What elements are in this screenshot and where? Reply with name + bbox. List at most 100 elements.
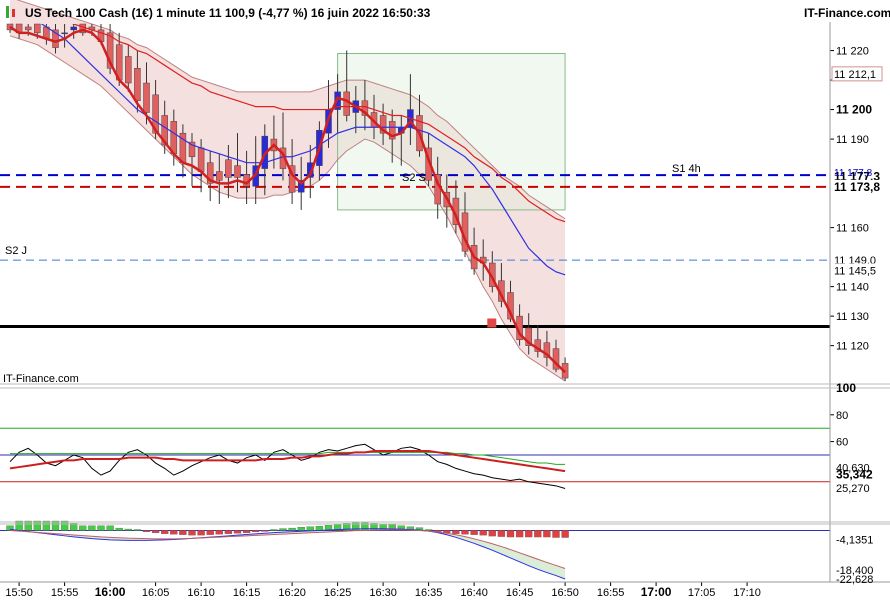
x-tick-label: 16:35	[415, 587, 443, 599]
macd-histogram-bar	[543, 530, 551, 538]
level-label-s2-j: S2 J	[5, 245, 27, 257]
y-tick-label: 11 160	[836, 223, 869, 235]
macd-histogram-bar	[506, 530, 515, 538]
x-tick-label: 17:05	[688, 587, 716, 599]
macd-histogram-bar	[188, 530, 196, 536]
macd-histogram-bar	[197, 530, 205, 536]
macd-histogram-bar	[452, 530, 460, 534]
macd-histogram-bar	[179, 530, 187, 535]
macd-histogram-bar	[97, 525, 105, 531]
level-label-s2-s: S2 S	[402, 172, 426, 184]
x-tick-label: 16:55	[597, 587, 625, 599]
price-tag-label: 11 173,8	[834, 180, 880, 194]
x-tick-label: 16:30	[369, 587, 397, 599]
macd-histogram-bar	[133, 529, 142, 531]
y-tick-label: 11 120	[836, 341, 869, 353]
macd-histogram-bar	[497, 530, 506, 537]
brand-label: IT-Finance.com	[804, 6, 890, 20]
macd-histogram-bar	[297, 526, 305, 531]
x-tick-label: 17:00	[641, 585, 672, 599]
macd-histogram-bar	[170, 530, 178, 535]
price-marker	[487, 318, 497, 328]
macd-histogram-bar	[379, 523, 387, 531]
macd-histogram-bar	[288, 527, 296, 531]
level-label-s1-4h: S1 4h	[672, 163, 701, 175]
x-tick-label: 16:00	[95, 585, 126, 599]
level-tag-label: 11 177,8	[834, 168, 873, 179]
candle-body	[234, 165, 241, 178]
x-tick-label: 16:05	[142, 587, 170, 599]
x-tick-label: 16:20	[278, 587, 306, 599]
x-tick-label: 15:55	[51, 587, 79, 599]
macd-value-tag: -22,628	[836, 574, 873, 586]
x-tick-label: 15:50	[5, 587, 33, 599]
price-tag-label: 11 212,1	[834, 69, 876, 81]
macd-histogram-bar	[151, 530, 160, 533]
macd-histogram-bar	[106, 525, 114, 531]
y-tick-label: 11 220	[836, 46, 869, 58]
y-tick-label: 11 130	[836, 311, 869, 323]
macd-histogram-bar	[161, 530, 169, 534]
candle-body	[125, 56, 132, 84]
x-tick-label: 16:45	[506, 587, 534, 599]
macd-histogram-bar	[206, 530, 214, 535]
macd-line-b	[9, 529, 566, 569]
macd-histogram-bar	[525, 530, 533, 538]
candle-body	[70, 26, 77, 31]
macd-histogram-bar	[534, 530, 542, 538]
candle-body	[197, 147, 205, 172]
macd-histogram-bar	[215, 530, 223, 535]
macd-histogram-bar	[261, 530, 269, 532]
candle-body	[143, 82, 150, 113]
candle-body	[24, 26, 32, 31]
candle-body	[225, 159, 232, 178]
stoch-tick-label: 100	[836, 381, 856, 395]
candle-body	[61, 32, 68, 35]
macd-histogram-bar	[242, 530, 251, 533]
macd-histogram-bar	[124, 528, 132, 531]
x-tick-label: 16:10	[187, 587, 215, 599]
x-tick-label: 17:10	[733, 587, 761, 599]
x-tick-label: 16:25	[324, 587, 352, 599]
header-candle-icon	[12, 9, 15, 17]
chart-canvas: 11 220 11 200 11 190 11 160 11 140 11 130 11 1…	[0, 0, 890, 599]
macd-histogram-bar	[315, 526, 324, 531]
macd-histogram-bar	[461, 530, 469, 535]
price-tag-label: 11 145,5	[834, 265, 876, 277]
macd-histogram-bar	[233, 530, 242, 534]
macd-histogram-bar	[79, 525, 87, 531]
x-tick-label: 16:15	[233, 587, 261, 599]
macd-histogram-bar	[470, 530, 478, 535]
stoch-tick-label: 80	[836, 410, 848, 422]
x-tick-label: 16:40	[460, 587, 488, 599]
y-tick-label: 11 140	[836, 282, 869, 294]
macd-value-tag: -4,1351	[836, 534, 873, 546]
macd-histogram-bar	[88, 525, 96, 531]
candle-body	[216, 171, 223, 181]
macd-histogram-bar	[224, 530, 233, 534]
header-candle-icon	[6, 6, 9, 18]
macd-histogram-bar	[252, 530, 260, 533]
candle-body	[170, 121, 178, 155]
macd-histogram-bar	[488, 530, 496, 537]
candle-body	[34, 23, 41, 34]
x-tick-label: 16:50	[551, 587, 579, 599]
watermark-label: IT-Finance.com	[3, 373, 79, 385]
candle-body	[134, 68, 141, 101]
y-tick-label: 11 190	[836, 134, 869, 146]
y-tick-label: 11 200	[836, 103, 872, 117]
macd-histogram-bar	[279, 528, 287, 531]
macd-histogram-bar	[561, 530, 569, 538]
candle-body	[343, 91, 350, 116]
stoch-value-tag: 25,270	[836, 483, 870, 495]
macd-histogram-bar	[479, 530, 487, 536]
macd-histogram-bar	[552, 530, 560, 538]
macd-histogram-bar	[142, 530, 151, 533]
macd-histogram-bar	[270, 529, 278, 531]
stoch-tick-label: 60	[836, 437, 848, 449]
macd-histogram-bar	[115, 527, 123, 531]
macd-histogram-bar	[515, 530, 524, 538]
chart-title: US Tech 100 Cash (1€) 1 minute 11 100,9 …	[25, 6, 431, 20]
stoch-value-tag: 35,342	[836, 468, 873, 482]
macd-histogram-bar	[306, 526, 314, 531]
